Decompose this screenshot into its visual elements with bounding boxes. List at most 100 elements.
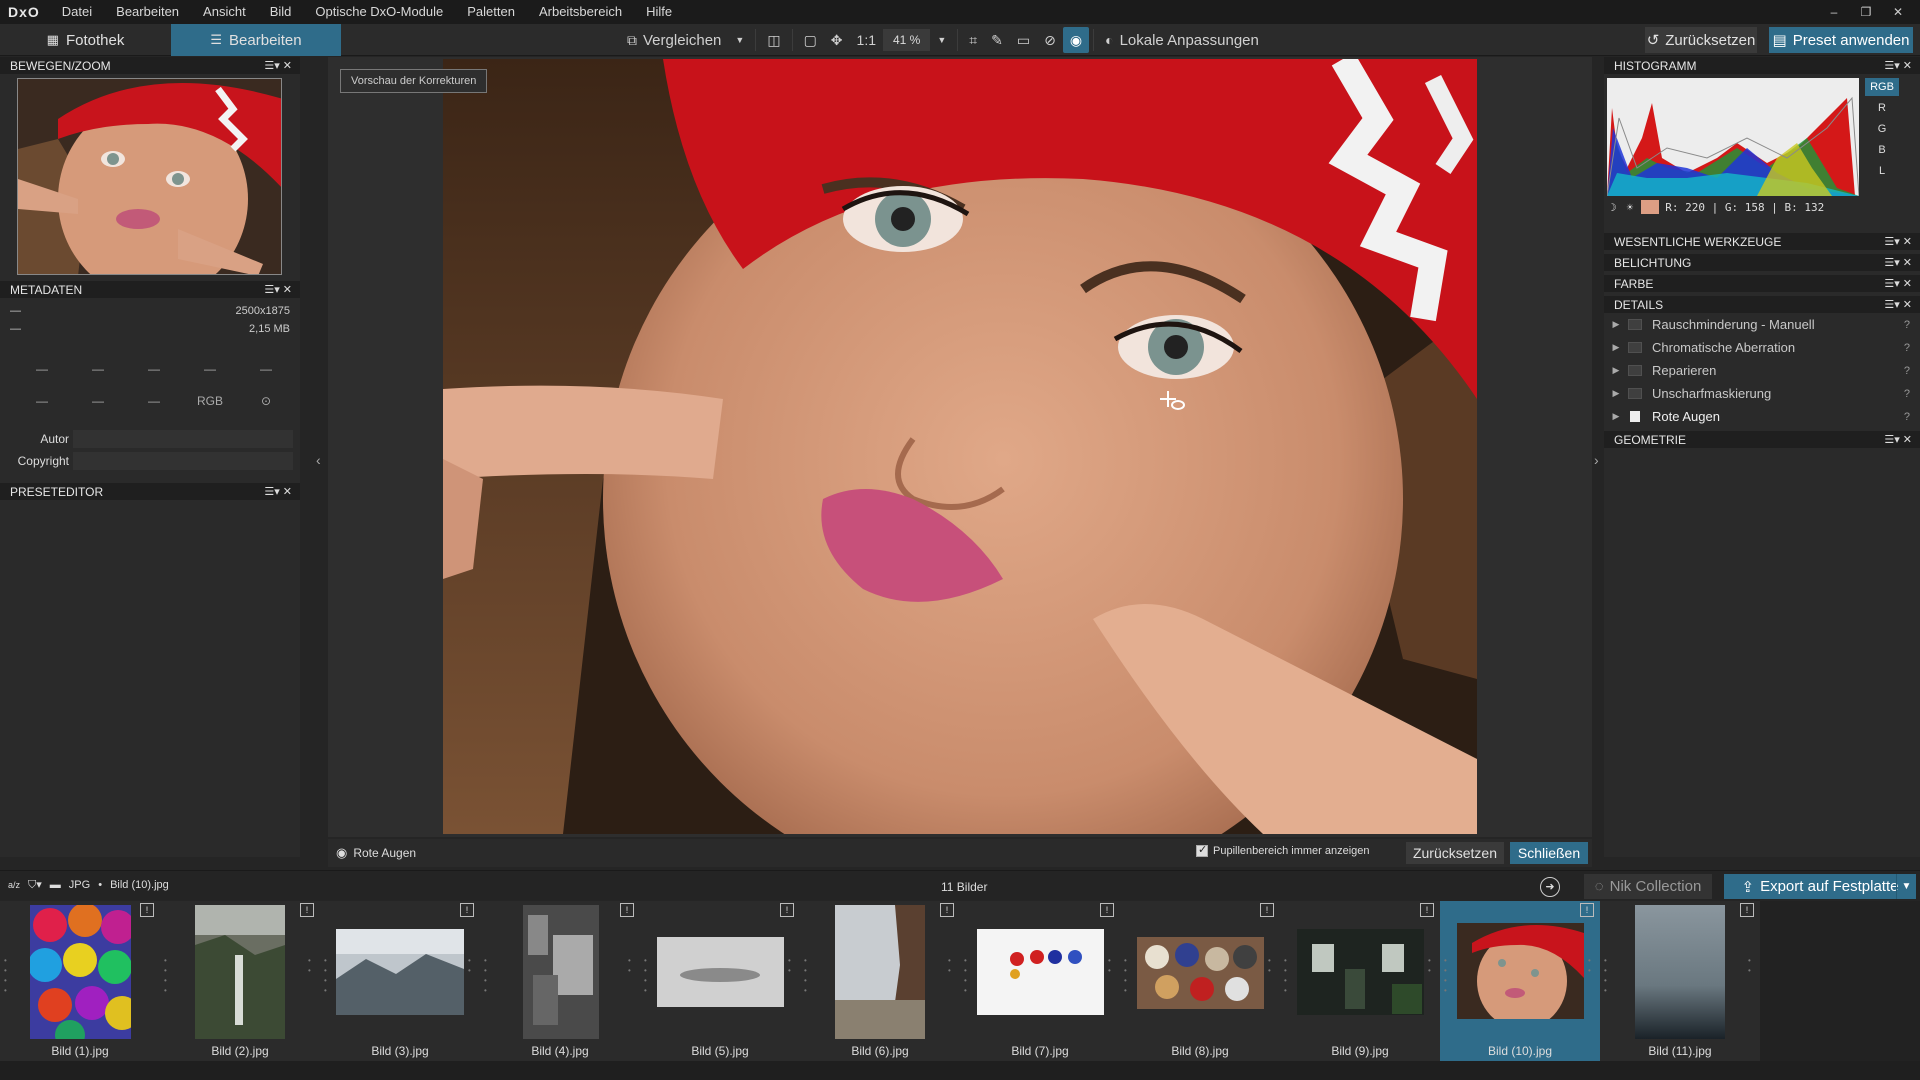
- eyedropper-tool[interactable]: ✎: [984, 27, 1010, 53]
- panel-menu-close-icon[interactable]: ☰▾ ✕: [1884, 298, 1912, 311]
- filmstrip-item[interactable]: • • • • • • ! Bild (6).jpg: [800, 901, 960, 1061]
- local-adjustments-button[interactable]: ◐ Lokale Anpassungen: [1098, 27, 1266, 53]
- horizon-tool[interactable]: ▭: [1010, 27, 1037, 53]
- compare-button[interactable]: ⧉ Vergleichen: [620, 27, 728, 53]
- rating-dots-right[interactable]: • •: [788, 956, 796, 976]
- zoom-level[interactable]: 41 %: [883, 29, 931, 51]
- export-button[interactable]: ⇪ Export auf Festplatte ▼: [1724, 874, 1916, 899]
- filter-icon[interactable]: ⛉▾: [28, 878, 42, 892]
- red-eye-tool[interactable]: ◉: [1062, 27, 1090, 53]
- share-icon[interactable]: ➜: [1540, 877, 1560, 897]
- rating-dots-right[interactable]: • •: [1748, 956, 1756, 976]
- tool-toggle[interactable]: [1628, 388, 1642, 399]
- rating-dots-right[interactable]: • •: [1108, 956, 1116, 976]
- tool-reset-button[interactable]: Zurücksetzen: [1406, 842, 1504, 864]
- fit-screen-button[interactable]: ▢: [797, 27, 824, 53]
- rating-dots[interactable]: • • • •: [1604, 956, 1612, 996]
- crop-tool[interactable]: ⌗: [962, 27, 984, 53]
- filmstrip-item[interactable]: • • • • • • ! Bild (7).jpg: [960, 901, 1120, 1061]
- geometry-header[interactable]: GEOMETRIE ☰▾ ✕: [1604, 431, 1920, 448]
- pupil-area-checkbox[interactable]: Pupillenbereich immer anzeigen: [1196, 843, 1370, 857]
- tool-close-button[interactable]: Schließen: [1510, 842, 1588, 864]
- preset-editor-header[interactable]: PRESETEDITOR ☰▾ ✕: [0, 483, 300, 500]
- zoom-dropdown[interactable]: ▼: [930, 27, 953, 53]
- rating-dots-right[interactable]: • •: [1428, 956, 1436, 976]
- menu-view[interactable]: Ansicht: [191, 0, 258, 24]
- tool-toggle[interactable]: [1628, 342, 1642, 353]
- expand-arrow-icon[interactable]: ▶: [1604, 319, 1628, 330]
- expand-arrow-icon[interactable]: ▶: [1604, 388, 1628, 399]
- channel-g[interactable]: G: [1865, 120, 1899, 138]
- channel-b[interactable]: B: [1865, 141, 1899, 159]
- channel-r[interactable]: R: [1865, 99, 1899, 117]
- tool-noise-reduction[interactable]: ▶ Rauschminderung - Manuell ?: [1604, 313, 1920, 336]
- menu-palettes[interactable]: Paletten: [455, 0, 527, 24]
- details-header[interactable]: DETAILS ☰▾ ✕: [1604, 296, 1920, 313]
- help-icon[interactable]: ?: [1904, 365, 1910, 377]
- image-viewer[interactable]: Vorschau der Korrekturen: [328, 57, 1592, 837]
- split-view-button[interactable]: ◫: [760, 27, 787, 53]
- reset-button[interactable]: ↺ Zurücksetzen: [1645, 27, 1757, 53]
- help-icon[interactable]: ?: [1904, 319, 1910, 331]
- menu-edit[interactable]: Bearbeiten: [104, 0, 191, 24]
- rating-dots[interactable]: • • • •: [804, 956, 812, 996]
- minimize-button[interactable]: –: [1818, 0, 1850, 24]
- filmstrip-item[interactable]: • • • • ! Bild (1).jpg: [0, 901, 160, 1061]
- compare-dropdown[interactable]: ▼: [728, 27, 751, 53]
- filmstrip-item[interactable]: • • • • • • ! Bild (8).jpg: [1120, 901, 1280, 1061]
- one-to-one-button[interactable]: 1:1: [850, 27, 883, 53]
- rating-dots[interactable]: • • • •: [164, 956, 172, 996]
- rating-dots-right[interactable]: • •: [1268, 956, 1276, 976]
- menu-optical-modules[interactable]: Optische DxO-Module: [303, 0, 455, 24]
- histogram-header[interactable]: HISTOGRAMM ☰▾ ✕: [1604, 57, 1920, 74]
- panel-menu-close-icon[interactable]: ☰▾ ✕: [264, 283, 292, 296]
- filmstrip-item[interactable]: • • • • • • ! Bild (4).jpg: [480, 901, 640, 1061]
- rating-dots[interactable]: • • • •: [1444, 956, 1452, 996]
- tool-toggle-on[interactable]: [1630, 411, 1640, 422]
- rating-dots-right[interactable]: • •: [1588, 956, 1596, 976]
- filmstrip-scrollbar[interactable]: [0, 1061, 1920, 1080]
- rating-dots[interactable]: • • • •: [964, 956, 972, 996]
- help-icon[interactable]: ?: [1904, 411, 1910, 423]
- panel-menu-close-icon[interactable]: ☰▾ ✕: [1884, 433, 1912, 446]
- rating-dots[interactable]: • • • •: [1124, 956, 1132, 996]
- nik-collection-button[interactable]: ◌ Nik Collection: [1584, 874, 1712, 899]
- panel-menu-close-icon[interactable]: ☰▾ ✕: [1884, 256, 1912, 269]
- filmstrip-item[interactable]: • • • • • • ! Bild (11).jpg: [1600, 901, 1760, 1061]
- tab-edit[interactable]: ☰ Bearbeiten: [171, 24, 341, 56]
- metadata-header[interactable]: METADATEN ☰▾ ✕: [0, 281, 300, 298]
- tool-repair[interactable]: ▶ Reparieren ?: [1604, 359, 1920, 382]
- expand-arrow-icon[interactable]: ▶: [1604, 411, 1628, 422]
- close-window-button[interactable]: ✕: [1882, 0, 1914, 24]
- rating-dots-right[interactable]: • •: [468, 956, 476, 976]
- filmstrip-item[interactable]: • • • • • • ! Bild (9).jpg: [1280, 901, 1440, 1061]
- rating-dots[interactable]: • • • •: [324, 956, 332, 996]
- collapse-left-panel-icon[interactable]: ‹: [316, 452, 321, 468]
- filmstrip-item[interactable]: • • • • • • ! Bild (3).jpg: [320, 901, 480, 1061]
- navigator-thumbnail[interactable]: [17, 78, 282, 275]
- preview-corrections-label[interactable]: Vorschau der Korrekturen: [340, 69, 488, 93]
- filmstrip-item-selected[interactable]: • • • • • • ! Bild (10).jpg: [1440, 901, 1600, 1061]
- panel-menu-close-icon[interactable]: ☰▾ ✕: [1884, 59, 1912, 72]
- rating-dots[interactable]: • • • •: [4, 956, 12, 996]
- panel-menu-close-icon[interactable]: ☰▾ ✕: [264, 59, 292, 72]
- rating-dots-right[interactable]: • •: [948, 956, 956, 976]
- menu-image[interactable]: Bild: [258, 0, 304, 24]
- move-button[interactable]: ✥: [824, 27, 850, 53]
- repair-tool[interactable]: ⊘: [1037, 27, 1063, 53]
- color-header[interactable]: FARBE ☰▾ ✕: [1604, 275, 1920, 292]
- expand-arrow-icon[interactable]: ▶: [1604, 342, 1628, 353]
- copyright-input[interactable]: [73, 452, 293, 470]
- expand-arrow-icon[interactable]: ▶: [1604, 365, 1628, 376]
- filmstrip-item[interactable]: • • • • • • ! Bild (2).jpg: [160, 901, 320, 1061]
- menu-file[interactable]: Datei: [50, 0, 104, 24]
- tool-toggle[interactable]: [1628, 365, 1642, 376]
- apply-preset-button[interactable]: ▤ Preset anwenden: [1769, 27, 1913, 53]
- tool-chromatic-aberration[interactable]: ▶ Chromatische Aberration ?: [1604, 336, 1920, 359]
- author-input[interactable]: [73, 430, 293, 448]
- rating-dots-right[interactable]: • •: [628, 956, 636, 976]
- tool-unsharp-mask[interactable]: ▶ Unscharfmaskierung ?: [1604, 382, 1920, 405]
- help-icon[interactable]: ?: [1904, 342, 1910, 354]
- highlight-clip-icon[interactable]: ☀: [1627, 201, 1634, 214]
- rating-dots[interactable]: • • • •: [644, 956, 652, 996]
